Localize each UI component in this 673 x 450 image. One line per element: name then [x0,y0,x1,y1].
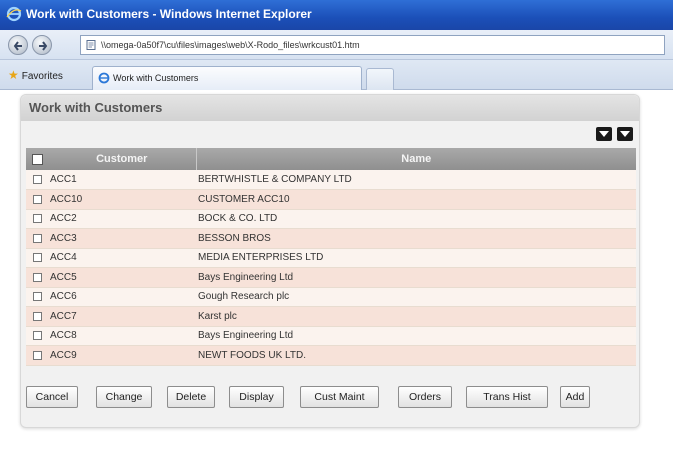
customer-name: CUSTOMER ACC10 [196,189,636,210]
row-checkbox-cell [26,228,48,249]
row-checkbox[interactable] [32,253,42,263]
window-title: Work with Customers - Windows Internet E… [26,7,312,21]
ie-tab-icon [98,72,110,84]
select-all-cell [26,148,48,170]
back-button[interactable] [8,35,28,55]
select-all-checkbox[interactable] [31,153,43,165]
row-checkbox[interactable] [32,292,42,302]
customer-code: ACC2 [48,209,196,229]
table-row[interactable]: ACC3 BESSON BROS [26,228,636,249]
customer-code: ACC10 [48,189,196,210]
tab-label: Work with Customers [113,73,199,83]
ie-icon [6,6,22,22]
table-row[interactable]: ACC8 Bays Engineering Ltd [26,326,636,346]
back-arrow-icon [13,41,22,51]
favorites-bar: ★ Favorites Work with Customers [0,60,673,90]
customer-name: BESSON BROS [196,228,636,249]
download-icon [620,131,630,137]
download-button-1[interactable] [596,127,612,141]
download-button-2[interactable] [617,127,633,141]
row-checkbox[interactable] [32,174,42,184]
page-title: Work with Customers [29,100,163,115]
change-button[interactable]: Change [96,386,152,408]
display-button[interactable]: Display [229,386,284,408]
customer-code: ACC4 [48,248,196,268]
row-checkbox[interactable] [32,233,42,243]
customer-code: ACC8 [48,326,196,346]
customer-name: Karst plc [196,306,636,327]
customers-table: Customer Name ACC1 BERTWHISTLE & COMPANY… [26,148,636,366]
customer-name: Bays Engineering Ltd [196,326,636,346]
row-checkbox[interactable] [32,331,42,341]
address-text: \\omega-0a50f7\cu\files\images\web\X-Rod… [101,40,360,50]
row-checkbox-cell [26,267,48,288]
star-icon: ★ [8,68,19,82]
customer-code: ACC6 [48,287,196,307]
row-checkbox[interactable] [32,311,42,321]
row-checkbox-cell [26,209,48,229]
row-checkbox-cell [26,248,48,268]
address-toolbar: \\omega-0a50f7\cu\files\images\web\X-Rod… [0,30,673,60]
customer-code: ACC7 [48,306,196,327]
orders-button[interactable]: Orders [398,386,452,408]
table-row[interactable]: ACC10 CUSTOMER ACC10 [26,189,636,210]
table-row[interactable]: ACC7 Karst plc [26,306,636,327]
cancel-button[interactable]: Cancel [26,386,78,408]
forward-arrow-icon [39,41,48,51]
row-checkbox-cell [26,326,48,346]
customer-code: ACC5 [48,267,196,288]
favorites-label: Favorites [21,71,63,82]
panel-header: Work with Customers [21,95,639,121]
table-row[interactable]: ACC4 MEDIA ENTERPRISES LTD [26,248,636,268]
customer-name: BOCK & CO. LTD [196,209,636,229]
download-icon [599,131,609,137]
row-checkbox-cell [26,306,48,327]
forward-button[interactable] [32,35,52,55]
customer-name: Bays Engineering Ltd [196,267,636,288]
customer-name: BERTWHISTLE & COMPANY LTD [196,170,636,190]
row-checkbox-cell [26,287,48,307]
add-button[interactable]: Add [560,386,590,408]
window-titlebar: Work with Customers - Windows Internet E… [0,0,673,30]
row-checkbox[interactable] [32,350,42,360]
new-tab-button[interactable] [366,68,394,90]
table-row[interactable]: ACC1 BERTWHISTLE & COMPANY LTD [26,170,636,190]
cust-maint-button[interactable]: Cust Maint [300,386,379,408]
customer-code: ACC3 [48,228,196,249]
page-icon [86,40,96,50]
customer-code: ACC1 [48,170,196,190]
table-row[interactable]: ACC6 Gough Research plc [26,287,636,307]
table-row[interactable]: ACC9 NEWT FOODS UK LTD. [26,345,636,366]
customer-name: NEWT FOODS UK LTD. [196,345,636,366]
favorites-button[interactable]: ★ Favorites [8,68,63,82]
customer-name: Gough Research plc [196,287,636,307]
row-checkbox[interactable] [32,272,42,282]
address-bar[interactable]: \\omega-0a50f7\cu\files\images\web\X-Rod… [80,35,665,55]
row-checkbox[interactable] [32,214,42,224]
trans-hist-button[interactable]: Trans Hist [466,386,548,408]
table-row[interactable]: ACC5 Bays Engineering Ltd [26,267,636,288]
browser-tab[interactable]: Work with Customers [92,66,362,90]
delete-button[interactable]: Delete [167,386,215,408]
row-checkbox-cell [26,170,48,190]
row-checkbox[interactable] [32,194,42,204]
column-header-name[interactable]: Name [196,148,636,170]
customer-code: ACC9 [48,345,196,366]
table-header-row: Customer Name [26,148,636,170]
table-row[interactable]: ACC2 BOCK & CO. LTD [26,209,636,229]
row-checkbox-cell [26,345,48,366]
page-content: Work with Customers Customer Name ACC1 B… [0,90,673,450]
customer-name: MEDIA ENTERPRISES LTD [196,248,636,268]
row-checkbox-cell [26,189,48,210]
column-header-customer[interactable]: Customer [48,148,197,170]
customers-panel: Work with Customers Customer Name ACC1 B… [20,94,640,428]
